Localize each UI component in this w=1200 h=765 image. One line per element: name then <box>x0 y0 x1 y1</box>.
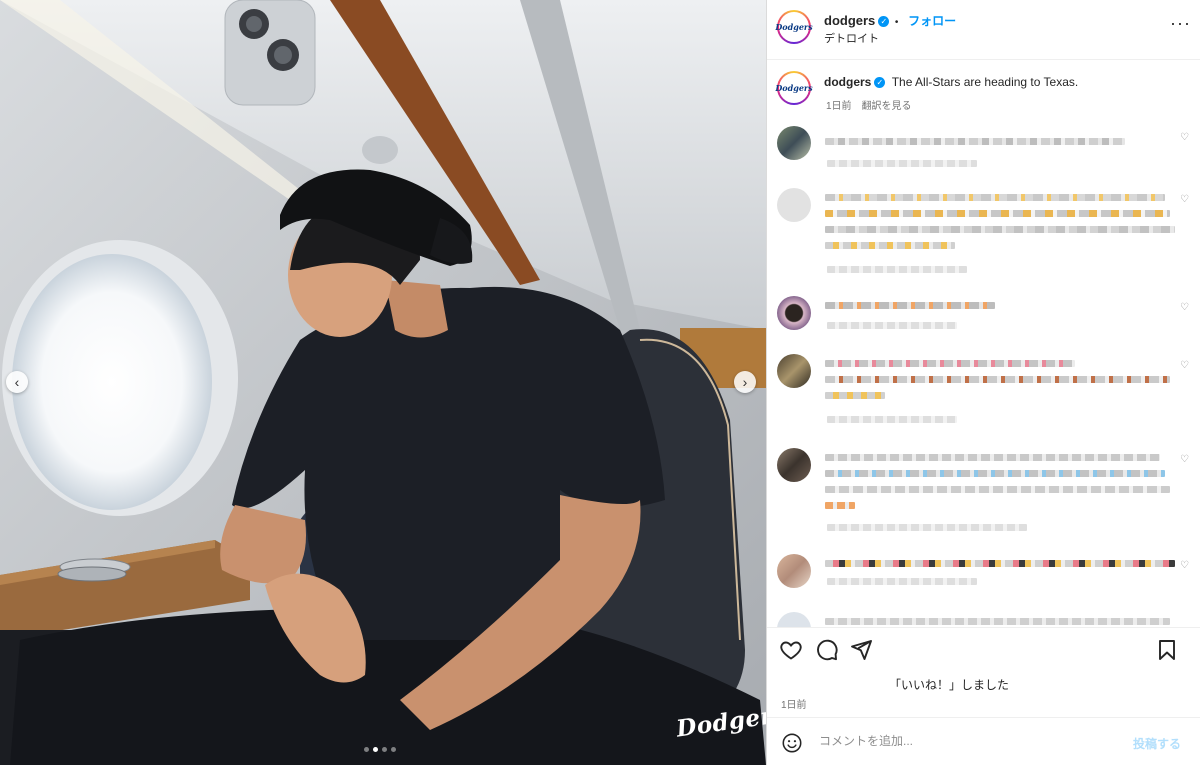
avatar[interactable] <box>777 188 811 222</box>
add-comment-bar: 投稿する <box>779 730 1193 758</box>
comments-list[interactable]: ♡ ♡ ♡ ♡ ♡ ♡ <box>777 122 1191 627</box>
obscured-text <box>825 486 1170 493</box>
avatar[interactable] <box>777 354 811 388</box>
carousel-next-button[interactable]: › <box>734 371 756 393</box>
comment-like-icon[interactable]: ♡ <box>1180 132 1189 143</box>
avatar-logo-text: Dodgers <box>775 83 813 93</box>
obscured-text <box>825 376 1170 383</box>
verified-badge-icon: ✓ <box>878 16 890 27</box>
list-item: ♡ <box>777 296 1191 346</box>
obscured-text <box>825 502 855 509</box>
post-comment-button[interactable]: 投稿する <box>1133 735 1181 752</box>
username-link[interactable]: dodgers <box>824 13 875 28</box>
divider <box>767 627 1200 628</box>
post-media[interactable]: ‹ › Dodgers <box>0 0 766 765</box>
avatar[interactable] <box>777 126 811 160</box>
caption-body: The All-Stars are heading to Texas. <box>891 75 1079 89</box>
comment-like-icon[interactable]: ♡ <box>1180 454 1189 465</box>
list-item: ♡ <box>777 354 1191 434</box>
avatar[interactable] <box>777 448 811 482</box>
list-item: ♡ <box>777 448 1191 544</box>
obscured-text <box>825 242 955 249</box>
obscured-meta <box>827 160 977 167</box>
post-date: 1日前 <box>781 700 807 711</box>
send-icon[interactable] <box>849 638 873 662</box>
emoji-icon[interactable] <box>781 732 803 754</box>
divider <box>767 717 1200 718</box>
avatar-logo-text: Dodgers <box>775 22 813 32</box>
verified-badge-icon: ✓ <box>874 77 886 88</box>
avatar[interactable] <box>777 612 811 627</box>
chevron-left-icon: ‹ <box>14 374 20 390</box>
caption-time: 1日前 <box>826 101 852 112</box>
obscured-text <box>825 138 1125 145</box>
post-photo <box>0 0 766 765</box>
carousel-indicator <box>364 747 396 752</box>
header-name-line: dodgers ✓ • フォロー <box>824 12 956 29</box>
obscured-text <box>825 560 1175 567</box>
obscured-meta <box>827 266 967 273</box>
likes-summary[interactable]: 「いいね！」しました <box>889 676 1009 693</box>
bookmark-icon[interactable] <box>1155 638 1179 662</box>
comment-like-icon[interactable]: ♡ <box>1180 194 1189 205</box>
carousel-dot <box>391 747 396 752</box>
obscured-text <box>825 210 1170 217</box>
carousel-dot-active <box>373 747 378 752</box>
instagram-post-modal: ‹ › Dodgers Dodgers dodgers ✓ • フォロー デトロイ… <box>0 0 1200 765</box>
comment-like-icon[interactable]: ♡ <box>1180 302 1189 313</box>
obscured-text <box>825 226 1175 233</box>
comment-icon[interactable] <box>815 638 839 662</box>
obscured-text <box>825 302 995 309</box>
obscured-text <box>825 392 885 399</box>
caption-meta: 1日前 翻訳を見る <box>826 97 912 112</box>
obscured-meta <box>827 416 957 423</box>
caption-username-link[interactable]: dodgers <box>824 75 871 89</box>
obscured-meta <box>827 322 957 329</box>
obscured-text <box>825 454 1160 461</box>
caption-text: dodgers ✓ The All-Stars are heading to Te… <box>824 75 1078 89</box>
chevron-right-icon: › <box>742 374 748 390</box>
avatar[interactable] <box>777 296 811 330</box>
list-item: ♡ <box>777 188 1191 288</box>
location-link[interactable]: デトロイト <box>824 30 879 46</box>
avatar[interactable] <box>777 554 811 588</box>
list-item: ♡ <box>777 554 1191 604</box>
obscured-meta <box>827 578 977 585</box>
heart-icon[interactable] <box>779 638 803 662</box>
obscured-text <box>825 618 1170 625</box>
comment-like-icon[interactable]: ♡ <box>1180 360 1189 371</box>
post-actions <box>779 638 1193 664</box>
separator-dot: • <box>894 17 899 28</box>
list-item <box>777 612 1191 627</box>
comment-input[interactable] <box>817 733 1121 749</box>
carousel-dot <box>382 747 387 752</box>
obscured-text <box>825 470 1165 477</box>
carousel-dot <box>364 747 369 752</box>
post-caption: Dodgers dodgers ✓ The All-Stars are headi… <box>775 69 1191 115</box>
post-side-panel: Dodgers dodgers ✓ • フォロー デトロイト ··· Dodger… <box>766 0 1200 765</box>
avatar[interactable]: Dodgers <box>775 10 813 44</box>
follow-button[interactable]: フォロー <box>908 14 956 28</box>
obscured-text <box>825 194 1165 201</box>
carousel-prev-button[interactable]: ‹ <box>6 371 28 393</box>
divider <box>767 59 1200 60</box>
comment-like-icon[interactable]: ♡ <box>1180 560 1189 571</box>
more-horizontal-icon: ··· <box>1170 13 1191 33</box>
avatar[interactable]: Dodgers <box>775 71 813 105</box>
post-header: Dodgers dodgers ✓ • フォロー デトロイト ··· <box>775 10 1191 54</box>
more-options-button[interactable]: ··· <box>1170 13 1191 34</box>
obscured-text <box>825 360 1075 367</box>
translate-link[interactable]: 翻訳を見る <box>862 101 912 112</box>
list-item: ♡ <box>777 126 1191 176</box>
obscured-meta <box>827 524 1027 531</box>
